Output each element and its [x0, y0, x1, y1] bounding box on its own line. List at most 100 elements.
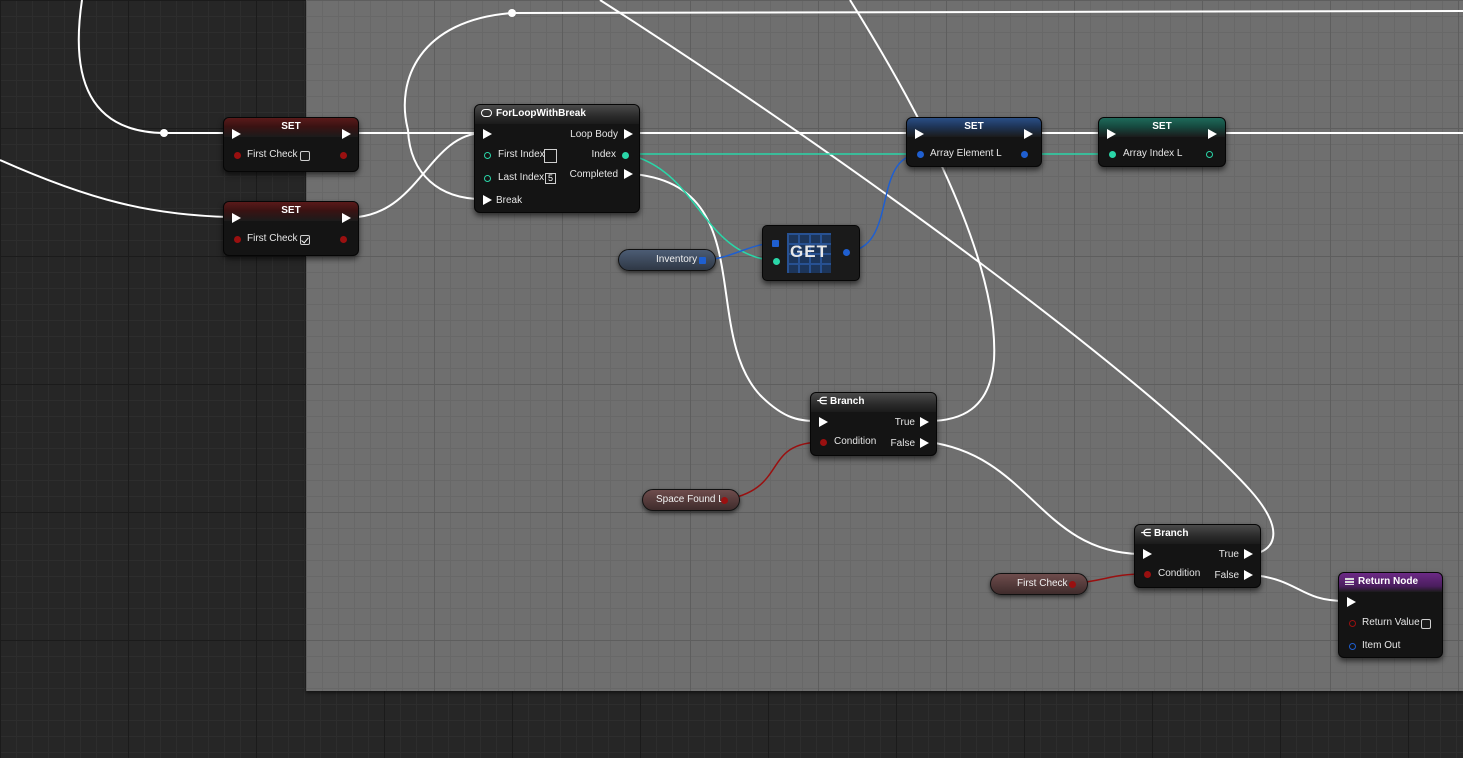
node-title: SET: [224, 202, 358, 221]
exec-wire: [599, 0, 1275, 555]
exec-in-pin[interactable]: [1107, 129, 1116, 139]
condition-label: Condition: [1158, 568, 1201, 579]
reroute-node: [160, 129, 168, 137]
array-get-node[interactable]: GET: [762, 225, 860, 281]
exec-wire: [0, 159, 231, 218]
false-label: False: [890, 438, 915, 449]
break-label: Break: [496, 195, 523, 206]
inventory-output-pin[interactable]: [699, 257, 706, 264]
exec-in-pin[interactable]: [232, 129, 241, 139]
first-check-output-pin[interactable]: [340, 236, 347, 243]
exec-in-pin[interactable]: [483, 129, 492, 139]
false-exec-pin[interactable]: [1244, 570, 1253, 580]
exec-wire: [77, 0, 230, 134]
condition-input-pin[interactable]: [1144, 571, 1151, 578]
first-index-label: First Index: [498, 149, 545, 160]
last-index-pin[interactable]: [484, 175, 491, 182]
first-check-input-pin[interactable]: [234, 236, 241, 243]
last-index-input[interactable]: 5: [545, 173, 556, 184]
exec-wire: [631, 173, 821, 422]
first-check-var-label: First Check: [1017, 578, 1068, 589]
loop-icon: [481, 109, 492, 117]
item-out-pin[interactable]: [1349, 643, 1356, 650]
node-title: SET: [224, 118, 358, 137]
array-element-output-pin[interactable]: [1021, 151, 1028, 158]
array-element-input-pin[interactable]: [917, 151, 924, 158]
first-check-output-pin[interactable]: [340, 152, 347, 159]
first-check-variable-node[interactable]: First Check: [990, 573, 1088, 595]
exec-out-pin[interactable]: [1024, 129, 1033, 139]
exec-in-pin[interactable]: [1347, 597, 1356, 607]
branch-icon: ⋲: [1141, 528, 1151, 539]
return-value-label: Return Value: [1362, 617, 1420, 628]
loop-body-label: Loop Body: [570, 129, 618, 140]
completed-exec-pin[interactable]: [624, 169, 633, 179]
node-header: ForLoopWithBreak: [475, 105, 639, 124]
true-exec-pin[interactable]: [1244, 549, 1253, 559]
set-first-check-node-b[interactable]: SET First Check: [223, 201, 359, 256]
exec-wire: [849, 0, 996, 422]
exec-in-pin[interactable]: [232, 213, 241, 223]
array-element-label: Array Element L: [930, 148, 1002, 159]
array-index-label: Array Index L: [1123, 148, 1183, 159]
return-value-pin[interactable]: [1349, 620, 1356, 627]
set-array-index-node[interactable]: SET Array Index L: [1098, 117, 1226, 167]
wire-layer: [0, 0, 1463, 602]
set-array-element-node[interactable]: SET Array Element L: [906, 117, 1042, 167]
first-check-checkbox[interactable]: [300, 235, 310, 245]
index-label: Index: [591, 149, 616, 160]
first-check-checkbox[interactable]: [300, 151, 310, 161]
false-exec-pin[interactable]: [920, 438, 929, 448]
first-check-output-pin[interactable]: [1069, 581, 1076, 588]
loop-body-exec-pin[interactable]: [624, 129, 633, 139]
index-output-pin[interactable]: [622, 152, 629, 159]
array-index-output-pin[interactable]: [1206, 151, 1213, 158]
space-found-label: Space Found L: [656, 494, 724, 505]
node-title: SET: [907, 118, 1041, 137]
node-title: Branch: [830, 396, 865, 407]
set-first-check-node-a[interactable]: SET First Check: [223, 117, 359, 172]
condition-input-pin[interactable]: [820, 439, 827, 446]
node-header: ⋲ Branch: [811, 393, 936, 412]
first-check-label: First Check: [247, 149, 298, 160]
return-icon: [1345, 577, 1354, 585]
space-found-variable-node[interactable]: Space Found L: [642, 489, 740, 511]
for-loop-with-break-node[interactable]: ForLoopWithBreak First Index Last Index …: [474, 104, 640, 213]
return-node[interactable]: Return Node Return Value Item Out: [1338, 572, 1443, 658]
branch-node-1[interactable]: ⋲ Branch Condition True False: [810, 392, 937, 456]
exec-wire: [357, 132, 483, 218]
exec-in-pin[interactable]: [1143, 549, 1152, 559]
node-title: Return Node: [1358, 576, 1418, 587]
node-header: Return Node: [1339, 573, 1442, 592]
item-output-pin[interactable]: [843, 249, 850, 256]
condition-label: Condition: [834, 436, 877, 447]
branch-icon: ⋲: [817, 396, 827, 407]
first-index-pin[interactable]: [484, 152, 491, 159]
node-header: ⋲ Branch: [1135, 525, 1260, 544]
exec-wire: [927, 441, 1141, 555]
true-exec-pin[interactable]: [920, 417, 929, 427]
exec-out-pin[interactable]: [1208, 129, 1217, 139]
exec-out-pin[interactable]: [342, 129, 351, 139]
node-title: SET: [1099, 118, 1225, 137]
exec-out-pin[interactable]: [342, 213, 351, 223]
break-exec-pin[interactable]: [483, 195, 492, 205]
first-check-input-pin[interactable]: [234, 152, 241, 159]
exec-wire: [1252, 574, 1346, 602]
bool-wire: [722, 441, 824, 501]
array-input-pin[interactable]: [772, 240, 779, 247]
first-index-input[interactable]: [544, 149, 557, 163]
reroute-node: [508, 9, 516, 17]
last-index-label: Last Index: [498, 172, 545, 183]
true-label: True: [894, 417, 915, 428]
space-found-output-pin[interactable]: [721, 497, 728, 504]
exec-in-pin[interactable]: [819, 417, 828, 427]
branch-node-2[interactable]: ⋲ Branch Condition True False: [1134, 524, 1261, 588]
return-value-checkbox[interactable]: [1421, 619, 1431, 629]
node-title: ForLoopWithBreak: [496, 108, 586, 119]
index-input-pin[interactable]: [773, 258, 780, 265]
exec-in-pin[interactable]: [915, 129, 924, 139]
array-index-input-pin[interactable]: [1109, 151, 1116, 158]
completed-label: Completed: [569, 169, 618, 180]
inventory-variable-node[interactable]: Inventory: [618, 249, 716, 271]
